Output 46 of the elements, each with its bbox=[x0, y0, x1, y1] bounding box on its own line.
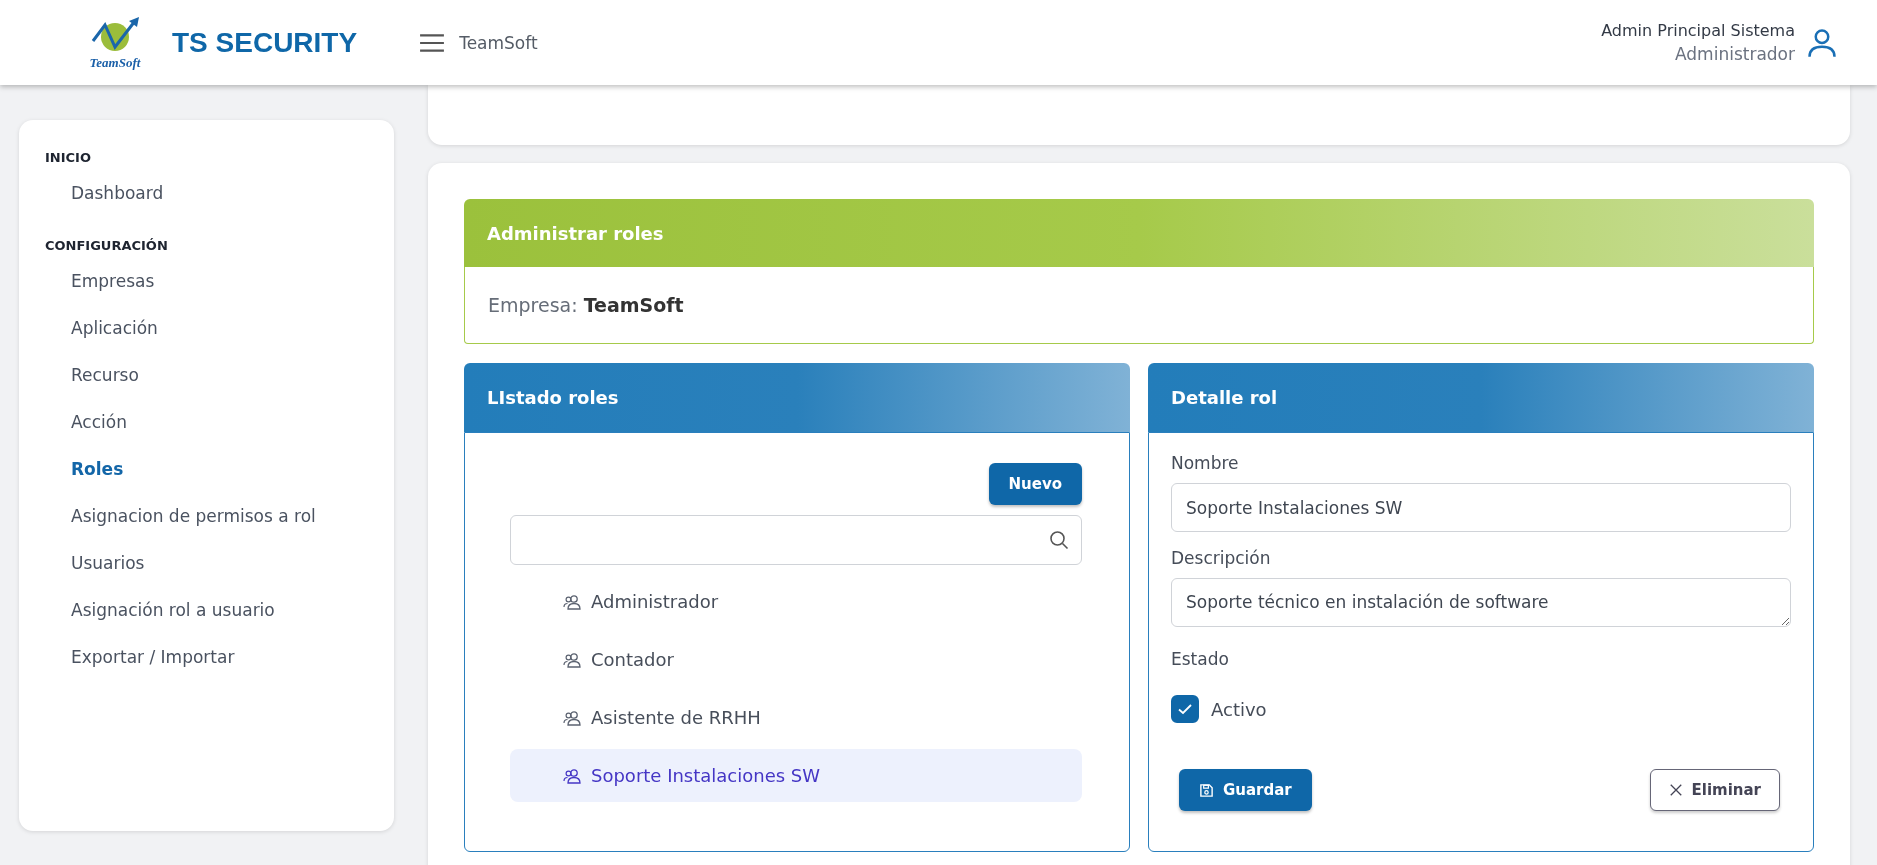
sidebar-item[interactable]: Roles bbox=[19, 459, 394, 479]
save-icon bbox=[1199, 782, 1214, 798]
company-name: TeamSoft bbox=[459, 32, 538, 53]
active-label: Activo bbox=[1211, 698, 1267, 720]
description-field[interactable]: Soporte técnico en instalación de software bbox=[1171, 578, 1791, 627]
users-icon bbox=[563, 651, 583, 668]
sidebar-item[interactable]: Asignación rol a usuario bbox=[19, 600, 394, 620]
app-title: TS SECURITY bbox=[172, 26, 358, 59]
sidebar-item[interactable]: Usuarios bbox=[19, 553, 394, 573]
search-field[interactable] bbox=[510, 515, 1082, 565]
sidebar-item[interactable]: Dashboard bbox=[19, 183, 394, 203]
save-button[interactable]: Guardar bbox=[1179, 769, 1312, 811]
users-icon bbox=[563, 709, 583, 726]
sidebar-section-title: CONFIGURACIÓN bbox=[44, 238, 169, 253]
users-icon bbox=[563, 767, 583, 784]
description-label: Descripción bbox=[1171, 548, 1272, 568]
sidebar-item[interactable]: Exportar / Importar bbox=[19, 647, 394, 667]
name-field[interactable]: Soporte Instalaciones SW bbox=[1171, 483, 1791, 532]
sidebar-item[interactable]: Aplicación bbox=[19, 318, 394, 338]
sidebar-item[interactable]: Recurso bbox=[19, 365, 394, 385]
search-icon[interactable] bbox=[1049, 530, 1069, 550]
sidebar-section-title: INICIO bbox=[44, 150, 92, 165]
users-icon bbox=[563, 593, 583, 610]
sidebar-item[interactable]: Empresas bbox=[19, 271, 394, 291]
user-icon[interactable] bbox=[1807, 27, 1837, 58]
role-item[interactable]: Contador bbox=[510, 633, 1082, 686]
sidebar-item[interactable]: Asignacion de permisos a rol bbox=[19, 506, 394, 526]
user-name: Admin Principal Sistema bbox=[1601, 21, 1795, 40]
panel-title: Detalle rol bbox=[1171, 387, 1278, 408]
name-label: Nombre bbox=[1171, 453, 1240, 473]
close-icon bbox=[1668, 783, 1683, 797]
check-icon bbox=[1177, 701, 1193, 717]
role-item[interactable]: Soporte Instalaciones SW bbox=[510, 749, 1082, 802]
active-checkbox[interactable] bbox=[1171, 695, 1199, 723]
role-item[interactable]: Administrador bbox=[510, 575, 1082, 628]
company-label: Empresa: TeamSoft bbox=[488, 294, 684, 316]
new-button[interactable]: Nuevo bbox=[988, 463, 1082, 505]
menu-icon[interactable] bbox=[419, 32, 446, 53]
logo-text: TeamSoft bbox=[89, 54, 141, 71]
user-role: Administrador bbox=[1675, 44, 1795, 64]
role-item[interactable]: Asistente de RRHH bbox=[510, 691, 1082, 744]
delete-button[interactable]: Eliminar bbox=[1649, 769, 1780, 811]
status-label: Estado bbox=[1171, 649, 1230, 669]
sidebar-item[interactable]: Acción bbox=[19, 412, 394, 432]
panel-title: Administrar roles bbox=[487, 222, 664, 244]
panel-title: LIstado roles bbox=[487, 387, 619, 408]
